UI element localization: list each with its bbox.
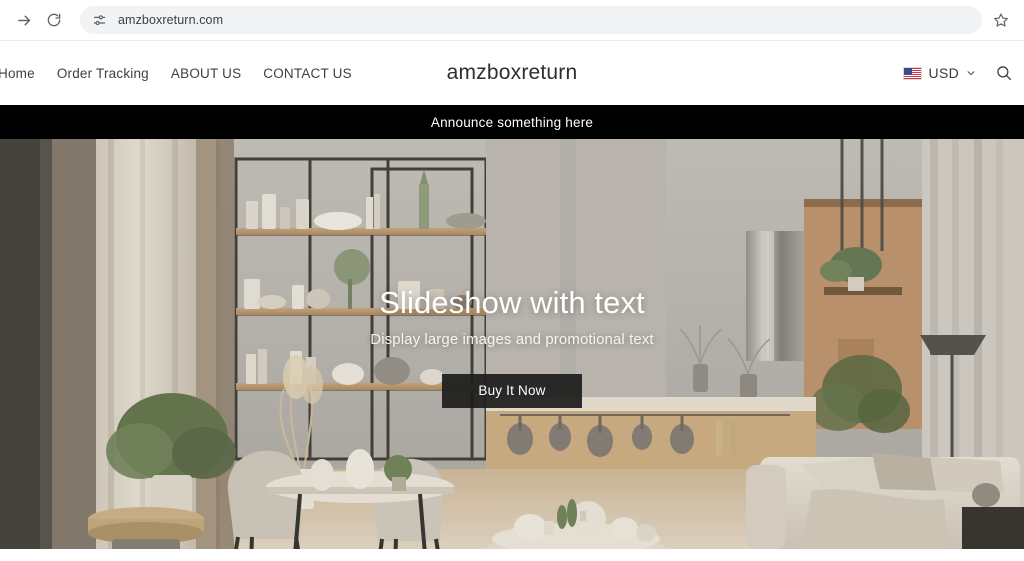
brand-name: amzboxreturn [446, 61, 578, 84]
nav-item-home[interactable]: Home [0, 66, 35, 81]
bookmark-button[interactable] [988, 7, 1014, 33]
hero-subtitle: Display large images and promotional tex… [370, 330, 654, 348]
reload-icon [47, 13, 61, 27]
currency-code: USD [928, 65, 959, 81]
announcement-text: Announce something here [430, 114, 594, 130]
url-text: amzboxreturn.com [118, 13, 224, 27]
forward-button[interactable] [10, 6, 38, 34]
main-navigation: Home Order Tracking ABOUT US CONTACT US [0, 41, 352, 105]
nav-item-about-us[interactable]: ABOUT US [171, 66, 241, 81]
buy-it-now-button[interactable]: Buy It Now [442, 373, 582, 408]
search-button[interactable] [992, 61, 1016, 85]
chevron-down-icon [967, 71, 975, 76]
hero-content: Slideshow with text Display large images… [0, 139, 1024, 549]
page-bottom-spacer [0, 549, 1024, 561]
header-actions: USD [902, 41, 1016, 105]
browser-window: amzboxreturn.com Home Order Tracking ABO… [0, 0, 1024, 561]
browser-toolbar: amzboxreturn.com [0, 0, 1024, 41]
arrow-right-icon [17, 15, 30, 25]
search-icon [997, 66, 1012, 81]
site-settings-icon[interactable] [90, 11, 108, 29]
nav-item-contact-us[interactable]: CONTACT US [263, 66, 352, 81]
us-flag-icon [902, 66, 922, 80]
address-bar[interactable]: amzboxreturn.com [80, 6, 982, 34]
nav-item-order-tracking[interactable]: Order Tracking [57, 66, 149, 81]
bookmark-star-icon [994, 13, 1008, 27]
announcement-bar: Announce something here [0, 105, 1024, 139]
reload-button[interactable] [40, 6, 68, 34]
site-header: Home Order Tracking ABOUT US CONTACT US … [0, 41, 1024, 105]
currency-selector[interactable]: USD [902, 65, 976, 81]
hero-title: Slideshow with text [379, 285, 645, 320]
hero-slideshow: Slideshow with text Display large images… [0, 139, 1024, 549]
